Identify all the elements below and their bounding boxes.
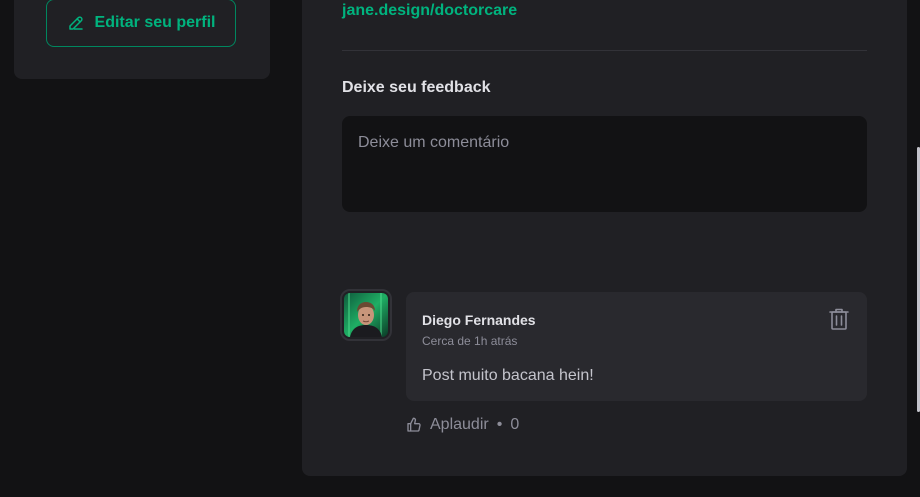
comment-time: Cerca de 1h atrás [422,334,518,348]
pencil-icon [67,14,85,32]
applaud-count: 0 [510,416,520,433]
edit-profile-label: Editar seu perfil [94,14,216,31]
comment-text: Post muito bacana hein! [422,367,594,384]
applaud-button[interactable]: Aplaudir • 0 [406,416,519,434]
feedback-title: Deixe seu feedback [342,79,491,96]
post-card: jane.design/doctorcare Deixe seu feedbac… [302,0,907,476]
comment-input[interactable] [342,116,867,212]
applaud-label: Aplaudir [430,416,489,433]
avatar[interactable] [340,289,392,341]
edit-profile-button[interactable]: Editar seu perfil [46,0,236,47]
delete-comment-button[interactable] [827,308,851,332]
comment-author: Diego Fernandes [422,312,536,328]
comment-card: Diego Fernandes Cerca de 1h atrás Post m… [406,292,867,401]
divider [342,50,867,51]
profile-sidebar-card: Editar seu perfil [14,0,270,79]
trash-icon [829,308,849,333]
thumbs-up-icon [406,417,422,433]
post-link[interactable]: jane.design/doctorcare [342,2,517,20]
applaud-separator: • [496,416,503,433]
